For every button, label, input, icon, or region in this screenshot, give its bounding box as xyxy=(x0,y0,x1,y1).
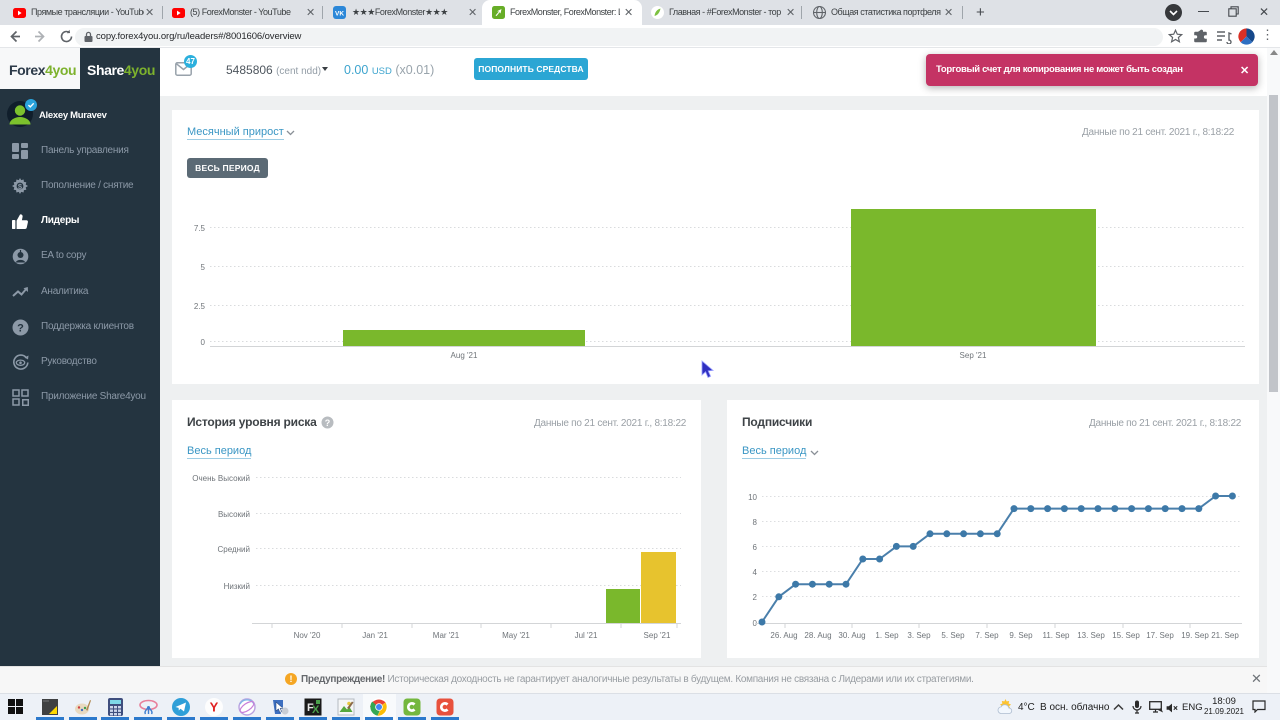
svg-text:Средний: Средний xyxy=(217,545,250,554)
svg-text:8: 8 xyxy=(753,518,758,527)
svg-text:2.5: 2.5 xyxy=(194,302,206,311)
svg-text:Jul '21: Jul '21 xyxy=(575,631,598,640)
svg-text:0: 0 xyxy=(201,338,206,347)
svg-text:Y: Y xyxy=(210,700,219,715)
svg-text:Высокий: Высокий xyxy=(218,510,250,519)
svg-text:26. Aug: 26. Aug xyxy=(770,631,797,640)
svg-text:2: 2 xyxy=(753,593,758,602)
svg-text:28. Aug: 28. Aug xyxy=(804,631,831,640)
svg-text:15. Sep: 15. Sep xyxy=(1112,631,1140,640)
svg-text:X: X xyxy=(312,704,320,716)
svg-text:Aug '21: Aug '21 xyxy=(451,351,478,360)
svg-text:Jan '21: Jan '21 xyxy=(362,631,388,640)
svg-text:VK: VK xyxy=(335,11,344,18)
svg-text:17. Sep: 17. Sep xyxy=(1146,631,1174,640)
svg-text:19. Sep: 19. Sep xyxy=(1181,631,1209,640)
svg-text:7.5: 7.5 xyxy=(194,224,206,233)
svg-text:10: 10 xyxy=(748,493,757,502)
svg-text:21. Sep: 21. Sep xyxy=(1211,631,1239,640)
svg-text:7. Sep: 7. Sep xyxy=(975,631,999,640)
svg-text:5: 5 xyxy=(201,263,206,272)
svg-text:May '21: May '21 xyxy=(502,631,530,640)
svg-text:Sep '21: Sep '21 xyxy=(960,351,987,360)
svg-text:3. Sep: 3. Sep xyxy=(907,631,931,640)
svg-text:?: ? xyxy=(17,323,24,335)
svg-text:Nov '20: Nov '20 xyxy=(294,631,321,640)
svg-text:Mar '21: Mar '21 xyxy=(433,631,460,640)
svg-text:11. Sep: 11. Sep xyxy=(1043,631,1071,640)
svg-text:13. Sep: 13. Sep xyxy=(1077,631,1105,640)
svg-text:Sep '21: Sep '21 xyxy=(644,631,671,640)
svg-text:4: 4 xyxy=(753,568,758,577)
svg-text:1. Sep: 1. Sep xyxy=(875,631,899,640)
svg-text:Низкий: Низкий xyxy=(224,582,250,591)
svg-text:5. Sep: 5. Sep xyxy=(941,631,965,640)
svg-text:Очень Высокий: Очень Высокий xyxy=(192,474,250,483)
svg-text:6: 6 xyxy=(753,543,758,552)
svg-text:?: ? xyxy=(325,418,331,428)
svg-text:9. Sep: 9. Sep xyxy=(1009,631,1033,640)
svg-text:30. Aug: 30. Aug xyxy=(838,631,865,640)
